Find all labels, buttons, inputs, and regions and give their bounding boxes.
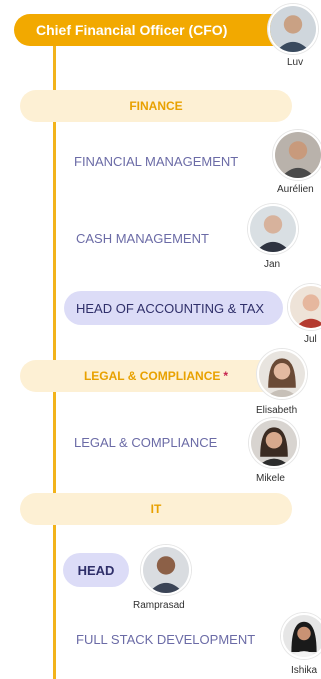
role-financial-management: FINANCIAL MANAGEMENT (74, 154, 239, 169)
role-legal-compliance: LEGAL & COMPLIANCE (74, 435, 218, 450)
avatar-ramprasad (141, 545, 191, 595)
avatar-elisabeth (257, 349, 307, 399)
section-finance-label: FINANCE (129, 99, 183, 113)
person-name-aurelien: Aurélien (277, 184, 314, 195)
person-name-mikele: Mikele (256, 473, 285, 484)
cfo-title: Chief Financial Officer (CFO) (36, 22, 228, 38)
avatar-luv (268, 4, 318, 54)
role-head-accounting-tax: HEAD OF ACCOUNTING & TAX (64, 291, 283, 325)
role-it-head-label: HEAD (77, 562, 115, 578)
avatar-jul (288, 284, 321, 330)
avatar-ishika (281, 613, 321, 659)
section-legal-label: LEGAL & COMPLIANCE (83, 369, 221, 383)
section-legal-mark: * (223, 369, 229, 383)
person-name-ramprasad: Ramprasad (133, 600, 185, 611)
section-it: IT (20, 493, 292, 525)
section-it-label: IT (150, 502, 162, 516)
person-name-ishika: Ishika (291, 665, 318, 676)
role-full-stack-development: FULL STACK DEVELOPMENT (76, 632, 256, 647)
avatar-jan (248, 204, 298, 254)
person-name-elisabeth: Elisabeth (256, 405, 298, 416)
section-finance: FINANCE (20, 90, 292, 122)
person-name-jul: Jul (304, 334, 317, 345)
section-legal-compliance: LEGAL & COMPLIANCE * (20, 360, 292, 392)
avatar-mikele (249, 418, 299, 468)
role-cash-management: CASH MANAGEMENT (76, 231, 209, 246)
role-head-accounting-tax-label: HEAD OF ACCOUNTING & TAX (76, 300, 265, 316)
role-it-head: HEAD (63, 553, 129, 587)
avatar-aurelien (273, 130, 321, 180)
person-name-jan: Jan (264, 259, 281, 270)
cfo-header: Chief Financial Officer (CFO) (14, 14, 310, 46)
person-name-luv: Luv (287, 57, 304, 68)
